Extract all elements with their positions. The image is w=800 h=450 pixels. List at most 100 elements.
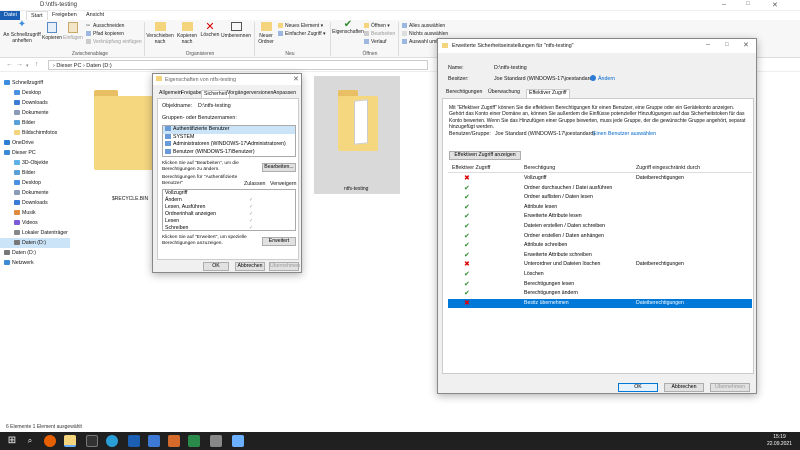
sidebar-item[interactable]: Downloads	[0, 98, 70, 108]
app-icon[interactable]	[232, 435, 244, 447]
back-arrow-icon[interactable]: ←	[6, 61, 13, 68]
explorer-icon[interactable]	[64, 435, 76, 447]
sidebar-item[interactable]: Desktop	[0, 178, 70, 188]
move-to-button[interactable]: Verschieben nach	[146, 22, 174, 45]
sidebar-item[interactable]: Daten (D:)	[0, 238, 70, 248]
cancel-button[interactable]: Abbrechen	[235, 262, 265, 271]
search-icon[interactable]: ⌕	[24, 435, 36, 447]
table-row[interactable]: ✔ Ordner erstellen / Daten anhängen	[448, 232, 752, 242]
apply-button[interactable]: Übernehmen	[710, 383, 750, 392]
apply-button[interactable]: Übernehmen	[269, 262, 300, 271]
table-row[interactable]: ✔ Attribute schreiben	[448, 241, 752, 251]
sidebar-item[interactable]: Netzwerk	[0, 258, 70, 268]
sidebar-item[interactable]: Videos	[0, 218, 70, 228]
system-clock[interactable]: 15:19 22.09.2021	[767, 434, 792, 448]
sidebar-item[interactable]: Downloads	[0, 198, 70, 208]
table-row[interactable]: ✔ Erweiterte Attribute schreiben	[448, 251, 752, 261]
minimize-icon[interactable]: –	[722, 1, 726, 8]
properties-button[interactable]: ✔ Eigenschaften	[332, 20, 364, 36]
sidebar-item[interactable]: Musik	[0, 208, 70, 218]
table-row[interactable]: ✔ Berechtigungen lesen	[448, 280, 752, 290]
store-icon[interactable]	[148, 435, 160, 447]
sidebar-item[interactable]: Bilder	[0, 168, 70, 178]
tab-1[interactable]: Freigabe	[179, 90, 203, 98]
sidebar-item[interactable]: Lokaler Datenträger	[0, 228, 70, 238]
tab-start[interactable]: Start	[26, 11, 48, 20]
sidebar-item[interactable]: Daten (D:)	[0, 248, 70, 258]
tab-freigeben[interactable]: Freigeben	[48, 11, 81, 20]
chevron-down-icon[interactable]: ▾	[26, 63, 29, 69]
copy-to-button[interactable]: Kopieren nach	[174, 22, 200, 45]
edit-button[interactable]: Bearbeiten	[364, 31, 395, 37]
tab-3[interactable]: Vorgängerversionen	[225, 90, 275, 98]
table-row[interactable]: ✔ Attribute lesen	[448, 203, 752, 213]
ok-button[interactable]: OK	[618, 383, 658, 392]
tab-1[interactable]: Überwachung	[486, 89, 522, 98]
cut-button[interactable]: ✂ Ausschneiden	[86, 23, 124, 29]
sidebar-item[interactable]: Desktop	[0, 88, 70, 98]
paste-link-button[interactable]: Verknüpfung einfügen	[86, 39, 142, 45]
list-item[interactable]: Administratoren (WINDOWS-17\Administrato…	[163, 141, 295, 149]
advanced-button[interactable]: Erweitert	[262, 237, 296, 246]
tab-ansicht[interactable]: Ansicht	[82, 11, 108, 20]
sidebar-item[interactable]: Dieser PC	[0, 148, 70, 158]
up-arrow-icon[interactable]: ↑	[35, 61, 39, 68]
address-input[interactable]: › Dieser PC › Daten (D:)	[48, 60, 428, 70]
cancel-button[interactable]: Abbrechen	[664, 383, 704, 392]
tab-datei[interactable]: Datei	[0, 11, 20, 20]
file-item-selected[interactable]: ntfs-testing	[314, 76, 400, 194]
edit-button[interactable]: Bearbeiten...	[262, 163, 296, 172]
select-none-button[interactable]: Nichts auswählen	[402, 31, 448, 37]
delete-button[interactable]: ✕ Löschen	[200, 22, 220, 39]
open-button[interactable]: Öffnen ▾	[364, 23, 390, 29]
tab-4[interactable]: Anpassen	[271, 90, 298, 98]
table-row[interactable]: ✔ Löschen	[448, 270, 752, 280]
firefox-icon[interactable]	[44, 435, 56, 447]
sidebar-item[interactable]: Bilder	[0, 118, 70, 128]
list-item[interactable]: Authentifizierte Benutzer	[163, 126, 295, 134]
sidebar-item[interactable]: Dokumente	[0, 188, 70, 198]
select-all-button[interactable]: Alles auswählen	[402, 23, 445, 29]
table-row[interactable]: ✖ Unterordner und Dateien löschen Dateiber…	[448, 260, 752, 270]
history-button[interactable]: Verlauf	[364, 39, 387, 45]
permissions-list[interactable]: Vollzugriff Ändern ✓ Lesen, Ausführen ✓ Ordne…	[162, 189, 296, 231]
list-item[interactable]: Benutzer (WINDOWS-17\Benutzer)	[163, 149, 295, 157]
edge-icon[interactable]	[106, 435, 118, 447]
tab-0[interactable]: Berechtigungen	[444, 89, 484, 98]
easy-access-button[interactable]: Einfacher Zugriff ▾	[278, 31, 326, 37]
sidebar-item[interactable]: OneDrive	[0, 138, 70, 148]
table-row[interactable]: ✔ Dateien erstellen / Daten schreiben	[448, 222, 752, 232]
list-item[interactable]: SYSTEM	[163, 134, 295, 142]
ok-button[interactable]: OK	[203, 262, 229, 271]
terminal-icon[interactable]	[86, 435, 98, 447]
groups-list[interactable]: Authentifizierte Benutzer SYSTEM Administr…	[162, 125, 296, 157]
forward-arrow-icon[interactable]: →	[16, 61, 23, 68]
rename-button[interactable]: Umbenennen	[220, 22, 252, 39]
app-icon[interactable]	[210, 435, 222, 447]
table-row[interactable]: ✔ Ordner auflisten / Daten lesen	[448, 193, 752, 203]
table-row[interactable]: ✔ Berechtigungen ändern	[448, 289, 752, 299]
copy-button[interactable]: Kopieren	[40, 22, 64, 41]
maximize-icon[interactable]: □	[725, 42, 729, 48]
close-icon[interactable]: ✕	[293, 75, 299, 83]
sidebar-item[interactable]: Schnellzugriff	[0, 78, 70, 88]
app-icon[interactable]	[168, 435, 180, 447]
windows-start-icon[interactable]: ⊞	[6, 435, 18, 447]
new-item-button[interactable]: Neues Element ▾	[278, 23, 323, 29]
pin-button[interactable]: ✦ An Schnellzugriff anheften	[2, 20, 42, 45]
table-row[interactable]: ✖ Besitz übernehmen Dateiberechtigungen	[448, 298, 752, 309]
app-icon[interactable]	[128, 435, 140, 447]
close-icon[interactable]: ✕	[772, 1, 778, 9]
new-folder-button[interactable]: Neuer Ordner	[256, 22, 276, 45]
table-row[interactable]: ✖ Vollzugriff Dateiberechtigungen	[448, 174, 752, 184]
sidebar-item[interactable]: 3D-Objekte	[0, 158, 70, 168]
sidebar-item[interactable]: Dokumente	[0, 108, 70, 118]
owner-change-link[interactable]: Ändern	[598, 76, 615, 82]
sidebar-item[interactable]: Bildschirmfotos	[0, 128, 70, 138]
copy-path-button[interactable]: Pfad kopieren	[86, 31, 124, 37]
select-user-link[interactable]: Einen Benutzer auswählen	[593, 131, 656, 137]
view-effective-access-button[interactable]: Effektiven Zugriff anzeigen	[449, 151, 521, 160]
maximize-icon[interactable]: □	[746, 1, 750, 7]
table-row[interactable]: ✔ Erweiterte Attribute lesen	[448, 212, 752, 222]
minimize-icon[interactable]: –	[706, 41, 710, 48]
